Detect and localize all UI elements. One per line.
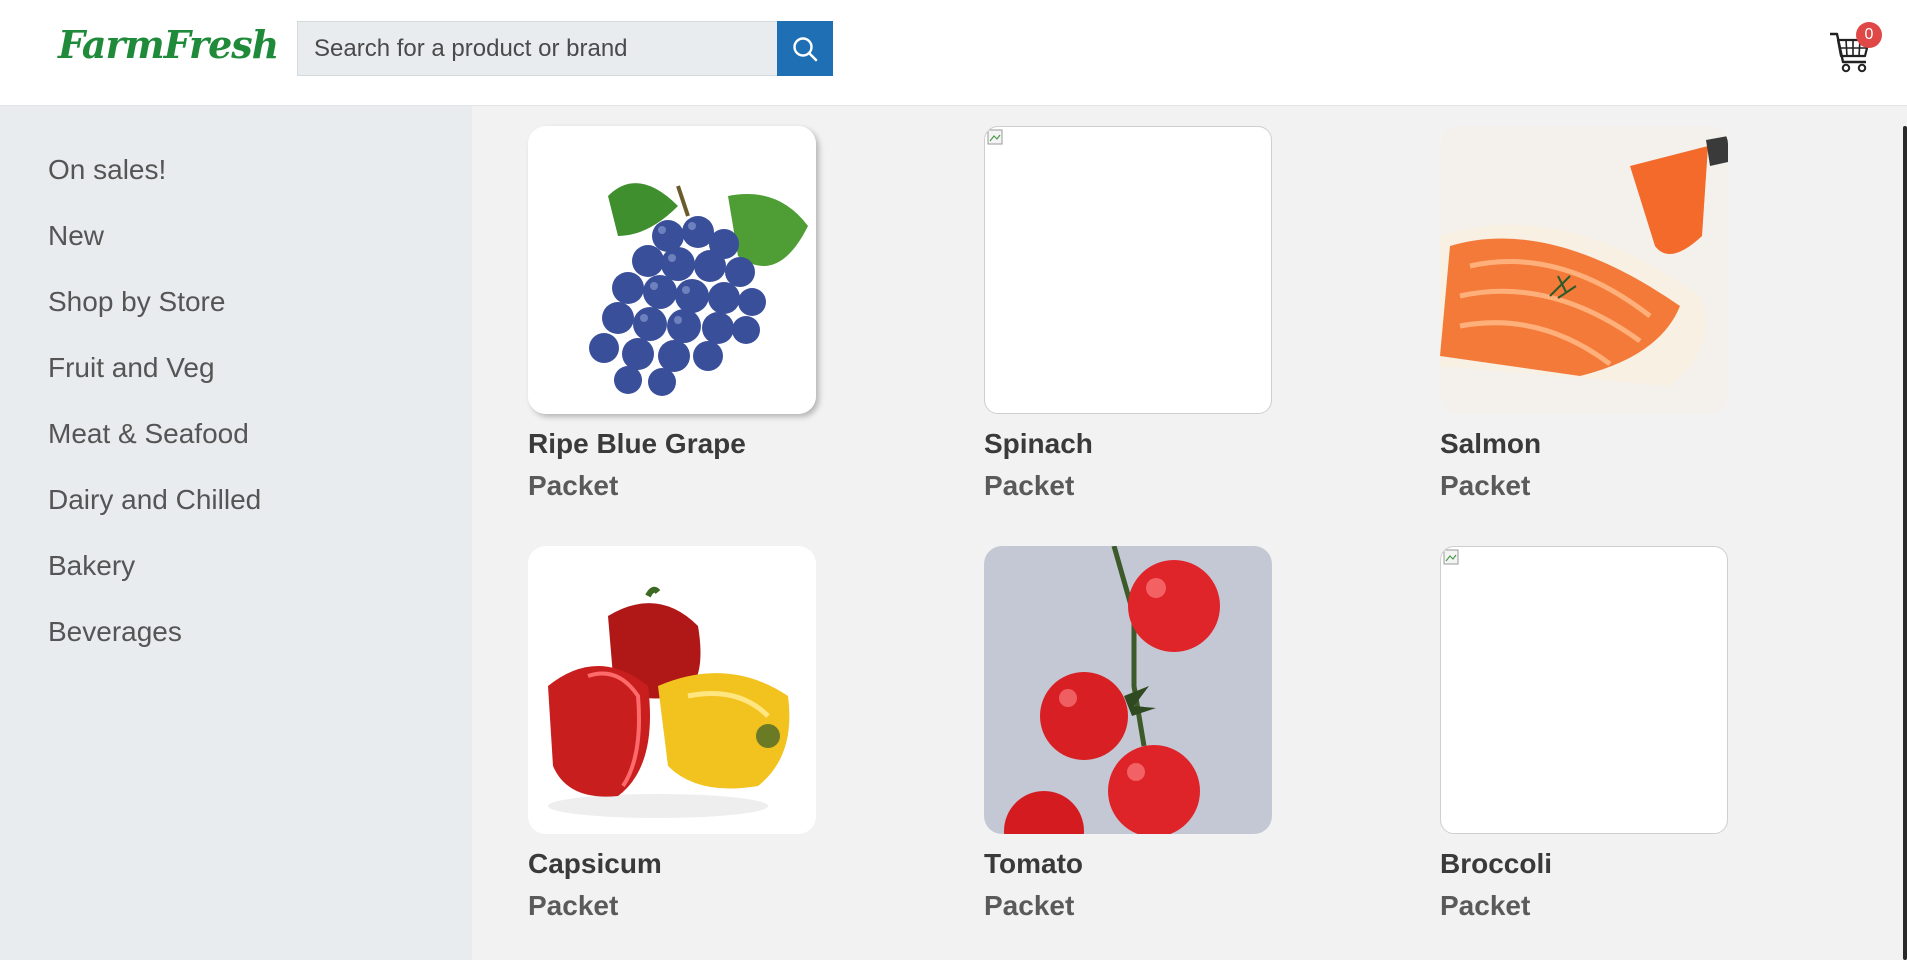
product-card[interactable]: Broccoli Packet — [1440, 546, 1730, 922]
product-card[interactable]: Salmon Packet — [1440, 126, 1730, 502]
product-name[interactable]: Broccoli — [1440, 848, 1730, 880]
logo-text: FarmFresh — [58, 21, 279, 67]
product-card[interactable]: Ripe Blue Grape Packet — [528, 126, 818, 502]
product-name[interactable]: Capsicum — [528, 848, 818, 880]
logo[interactable]: FarmFresh — [54, 18, 279, 70]
category-sidebar: On sales! New Shop by Store Fruit and Ve… — [0, 106, 472, 960]
sidebar-item-new[interactable]: New — [48, 220, 104, 252]
product-name[interactable]: Ripe Blue Grape — [528, 428, 818, 460]
grapes-image — [528, 126, 816, 414]
product-name[interactable]: Tomato — [984, 848, 1274, 880]
broken-image-icon — [1443, 549, 1459, 565]
product-image-tomato[interactable] — [984, 546, 1272, 834]
capsicum-image — [528, 546, 816, 834]
salmon-image — [1440, 126, 1728, 414]
product-unit: Packet — [984, 890, 1075, 921]
search-button[interactable] — [777, 21, 833, 76]
sidebar-item-on-sales[interactable]: On sales! — [48, 154, 166, 186]
product-card[interactable]: Tomato Packet — [984, 546, 1274, 922]
sidebar-item-meat-seafood[interactable]: Meat & Seafood — [48, 418, 249, 450]
search-input[interactable] — [297, 21, 777, 76]
product-card[interactable]: Spinach Packet — [984, 126, 1274, 502]
product-unit: Packet — [984, 470, 1075, 501]
cart-button[interactable]: 0 — [1826, 22, 1882, 74]
tomato-image — [984, 546, 1272, 834]
product-image-spinach[interactable] — [984, 126, 1272, 414]
product-unit: Packet — [1440, 890, 1531, 921]
sidebar-item-fruit-and-veg[interactable]: Fruit and Veg — [48, 352, 215, 384]
product-image-grapes[interactable] — [528, 126, 816, 414]
product-unit: Packet — [528, 470, 619, 501]
sidebar-item-beverages[interactable]: Beverages — [48, 616, 182, 648]
search-icon — [793, 36, 818, 61]
product-grid: Ripe Blue Grape Packet Spinach Packet Sa… — [472, 106, 1907, 960]
product-name[interactable]: Spinach — [984, 428, 1274, 460]
header: FarmFresh 0 — [0, 0, 1907, 106]
product-image-salmon[interactable] — [1440, 126, 1728, 414]
search-bar — [297, 21, 833, 76]
cart-count-badge: 0 — [1856, 22, 1882, 48]
product-unit: Packet — [528, 890, 619, 921]
sidebar-item-bakery[interactable]: Bakery — [48, 550, 135, 582]
product-image-capsicum[interactable] — [528, 546, 816, 834]
product-unit: Packet — [1440, 470, 1531, 501]
product-image-broccoli[interactable] — [1440, 546, 1728, 834]
sidebar-item-dairy-chilled[interactable]: Dairy and Chilled — [48, 484, 261, 516]
broken-image-icon — [987, 129, 1003, 145]
sidebar-item-shop-by-store[interactable]: Shop by Store — [48, 286, 225, 318]
product-card[interactable]: Capsicum Packet — [528, 546, 818, 922]
product-name[interactable]: Salmon — [1440, 428, 1730, 460]
page-scrollbar[interactable] — [1903, 126, 1907, 960]
